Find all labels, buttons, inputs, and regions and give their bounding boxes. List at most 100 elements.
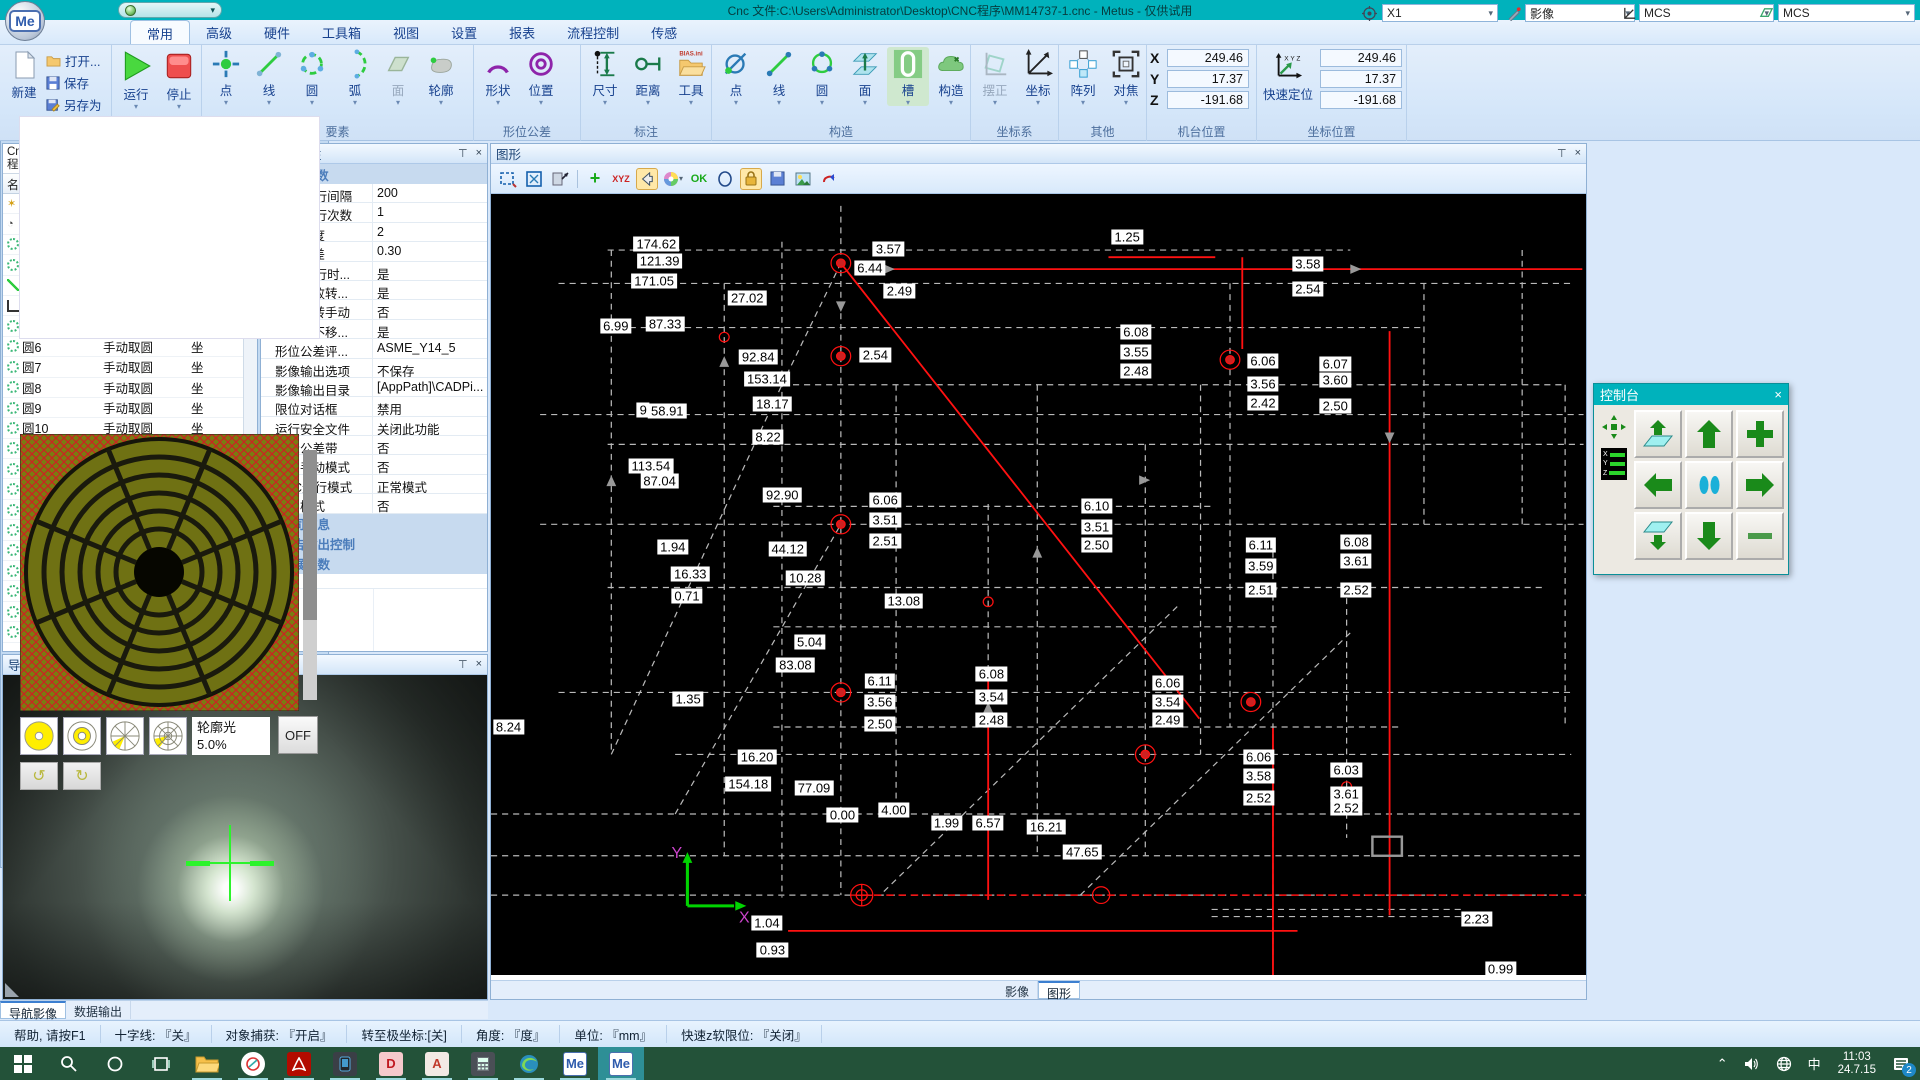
ribbon-button-形状[interactable]: 形状▾ <box>477 47 519 106</box>
tab-流程控制[interactable]: 流程控制 <box>551 20 635 44</box>
prop-row-影像输出目录[interactable]: 影像输出目录[AppPath]\CADPi... <box>261 378 487 397</box>
notification-center-icon[interactable]: 2 <box>1886 1047 1916 1080</box>
ok-confirm-icon[interactable]: OK <box>688 168 710 190</box>
pin-icon[interactable]: ⊤ <box>1557 147 1567 160</box>
d-app-taskbar-icon[interactable]: D <box>368 1047 414 1080</box>
ribbon-button-面[interactable]: 面▾ <box>844 47 886 106</box>
tab-传感[interactable]: 传感 <box>635 20 693 44</box>
pdf-app-taskbar-icon[interactable] <box>276 1047 322 1080</box>
coaxial-light-button[interactable] <box>20 717 58 755</box>
light-off-button[interactable]: OFF <box>278 716 318 754</box>
select-arrow-icon[interactable] <box>636 168 658 190</box>
save-as-button[interactable]: 另存为 <box>46 95 102 114</box>
quick-access-dropdown-icon[interactable]: ▾ <box>210 5 215 16</box>
speed-plus-button[interactable] <box>1736 410 1784 458</box>
ribbon-button-位置[interactable]: 位置▾ <box>520 47 562 106</box>
ribbon-button-摆正[interactable]: 摆正▾ <box>974 47 1016 106</box>
graphics-canvas[interactable]: Y X 174.62121.39171.0527.023.576.442.491… <box>491 194 1586 975</box>
optics-scrollbar[interactable] <box>303 450 317 700</box>
coordinate-system-combo[interactable]: MCS▾ <box>1639 4 1774 22</box>
color-wheel-icon[interactable]: ▾ <box>662 168 684 190</box>
save-button[interactable]: 保存 <box>46 73 102 92</box>
search-button[interactable] <box>46 1047 92 1080</box>
start-button[interactable] <box>0 1047 46 1080</box>
prop-row-限位对话框[interactable]: 限位对话框禁用 <box>261 397 487 416</box>
tab-视图[interactable]: 视图 <box>377 20 435 44</box>
jog-mode-icon[interactable] <box>1601 414 1627 440</box>
a-app-taskbar-icon[interactable]: A <box>414 1047 460 1080</box>
resize-grip[interactable] <box>5 983 19 997</box>
stop-button[interactable]: 停止▾ <box>158 47 200 110</box>
edge-taskbar-icon[interactable] <box>506 1047 552 1080</box>
speed-minus-button[interactable] <box>1736 512 1784 560</box>
pin-icon[interactable]: ⊤ <box>458 147 468 160</box>
pause-button[interactable] <box>1685 461 1733 509</box>
metus-active-taskbar-icon[interactable]: Me <box>598 1047 644 1080</box>
phone-app-taskbar-icon[interactable] <box>322 1047 368 1080</box>
task-view-button[interactable] <box>138 1047 184 1080</box>
capture-app-taskbar-icon[interactable] <box>230 1047 276 1080</box>
ribbon-button-轮廓[interactable]: 轮廓▾ <box>420 47 462 106</box>
calculator-taskbar-icon[interactable] <box>460 1047 506 1080</box>
prop-row-影像输出选项[interactable]: 影像输出选项不保存 <box>261 359 487 378</box>
z-up-button[interactable] <box>1634 410 1682 458</box>
xyz-display-icon[interactable]: XYZ <box>610 168 632 190</box>
ribbon-button-工具[interactable]: BIAS.ini工具▾ <box>670 47 712 106</box>
tab-工具箱[interactable]: 工具箱 <box>306 20 377 44</box>
z-down-button[interactable] <box>1634 512 1682 560</box>
rotate-cw-button[interactable]: ↻ <box>63 762 101 790</box>
tab-高级[interactable]: 高级 <box>190 20 248 44</box>
close-icon[interactable]: × <box>476 658 482 671</box>
ribbon-button-坐标[interactable]: 坐标▾ <box>1017 47 1059 106</box>
tab-数据输出[interactable]: 数据输出 <box>66 1001 131 1019</box>
tree-row-圆7[interactable]: 圆7手动取圆坐 <box>3 357 243 377</box>
pan-view-icon[interactable] <box>549 168 571 190</box>
tab-硬件[interactable]: 硬件 <box>248 20 306 44</box>
zoom-window-icon[interactable] <box>497 168 519 190</box>
y-plus-button[interactable] <box>1685 410 1733 458</box>
ribbon-button-点[interactable]: 点▾ <box>205 47 247 106</box>
redo-icon[interactable] <box>818 168 840 190</box>
scrollbar-thumb[interactable] <box>303 450 317 620</box>
tab-设置[interactable]: 设置 <box>435 20 493 44</box>
ribbon-button-圆[interactable]: 圆▾ <box>801 47 843 106</box>
tree-row-圆8[interactable]: 圆8手动取圆坐 <box>3 378 243 398</box>
tab-报表[interactable]: 报表 <box>493 20 551 44</box>
tree-row-圆6[interactable]: 圆6手动取圆坐 <box>3 337 243 357</box>
tray-chevron-icon[interactable]: ⌃ <box>1710 1047 1735 1080</box>
multi-ring-light-button[interactable] <box>149 717 187 755</box>
ribbon-button-对焦[interactable]: 对焦▾ <box>1105 47 1147 106</box>
ribbon-button-距离[interactable]: 距离▾ <box>627 47 669 106</box>
close-icon[interactable]: × <box>1575 147 1581 160</box>
close-icon[interactable]: × <box>1774 387 1782 402</box>
ime-indicator[interactable]: 中 <box>1801 1047 1828 1080</box>
magnification-combo[interactable]: X1▾ <box>1382 4 1498 22</box>
volume-icon[interactable] <box>1737 1047 1767 1080</box>
ring-light-control[interactable] <box>20 434 299 711</box>
save-view-icon[interactable] <box>766 168 788 190</box>
ribbon-button-面[interactable]: 面▾ <box>377 47 419 106</box>
add-point-icon[interactable]: + <box>584 168 606 190</box>
y-minus-button[interactable] <box>1685 512 1733 560</box>
workplane-combo[interactable]: MCS▾ <box>1778 4 1915 22</box>
snapshot-icon[interactable] <box>792 168 814 190</box>
ribbon-button-圆[interactable]: 圆▾ <box>291 47 333 106</box>
close-icon[interactable]: × <box>476 147 482 160</box>
metus-taskbar-icon[interactable]: Me <box>552 1047 598 1080</box>
ribbon-button-点[interactable]: 点▾ <box>715 47 757 106</box>
new-button[interactable]: 新建 <box>3 47 45 101</box>
sensor-combo[interactable]: 影像▾ <box>1525 4 1635 22</box>
tree-row-圆9[interactable]: 圆9手动取圆坐 <box>3 398 243 418</box>
quick-position-button[interactable]: X Y Z 快速定位 <box>1260 47 1316 103</box>
rotate-ccw-button[interactable]: ↺ <box>20 762 58 790</box>
ribbon-button-构造[interactable]: 构造▾ <box>930 47 972 106</box>
x-plus-button[interactable] <box>1736 461 1784 509</box>
explorer-taskbar-icon[interactable] <box>184 1047 230 1080</box>
prop-row-形位公差评...[interactable]: 形位公差评...ASME_Y14_5 <box>261 339 487 358</box>
ribbon-button-阵列[interactable]: 阵列▾ <box>1062 47 1104 106</box>
clock[interactable]: 11:03 24.7.15 <box>1830 1047 1884 1080</box>
ribbon-button-槽[interactable]: 槽▾ <box>887 47 929 106</box>
app-menu-button[interactable]: Me <box>5 1 45 41</box>
pin-icon[interactable]: ⊤ <box>458 658 468 671</box>
ribbon-button-线[interactable]: 线▾ <box>758 47 800 106</box>
